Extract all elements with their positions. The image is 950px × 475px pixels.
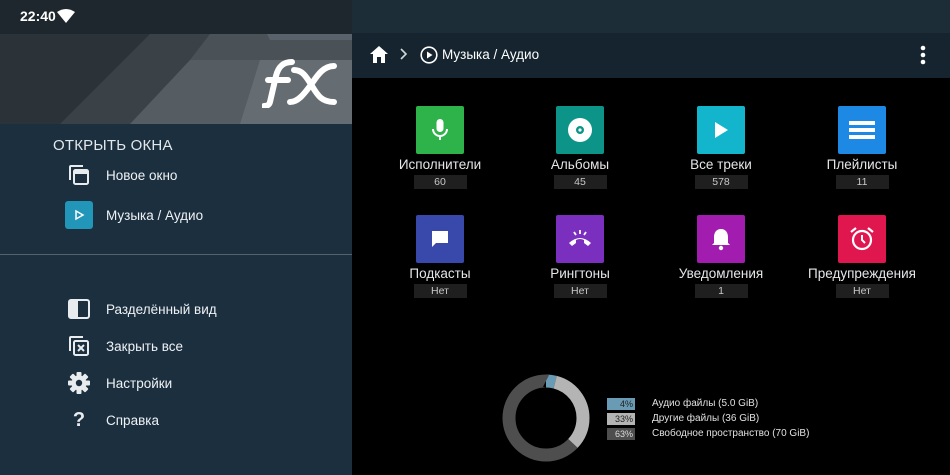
- drawer-item-split-view[interactable]: Разделённый вид: [65, 294, 345, 324]
- tile-label: Все треки: [690, 157, 752, 172]
- close-all-icon: [65, 332, 93, 360]
- drawer-item-help[interactable]: ? Справка: [65, 405, 345, 435]
- gear-icon: [65, 369, 93, 397]
- fx-logo: [262, 59, 337, 108]
- drawer-item-close-all[interactable]: Закрыть все: [65, 331, 345, 361]
- tile-count: 578: [694, 175, 748, 189]
- tile-count: 1: [694, 284, 748, 298]
- top-app-bar: Музыка / Аудио: [352, 0, 950, 78]
- play-icon: [715, 122, 728, 138]
- open-windows-title: ОТКРЫТЬ ОКНА: [53, 137, 173, 154]
- tile-count: Нет: [413, 284, 467, 298]
- legend-row-other: 33% Другие файлы (36 GiB): [607, 411, 809, 426]
- tile-all-tracks[interactable]: Все треки 578: [650, 106, 792, 190]
- breadcrumb[interactable]: Музыка / Аудио: [442, 47, 539, 62]
- tile-icon-bg: [416, 106, 464, 154]
- tile-icon-bg: [556, 215, 604, 263]
- more-vert-icon[interactable]: [920, 45, 926, 65]
- tile-alarms[interactable]: Предупреждения Нет: [791, 215, 933, 299]
- tile-albums[interactable]: Альбомы 45: [509, 106, 651, 190]
- legend-label: Свободное пространство (70 GiB): [652, 428, 810, 439]
- tile-label: Рингтоны: [550, 266, 610, 281]
- bell-icon: [712, 229, 730, 251]
- ringtone-icon: [569, 230, 591, 246]
- drawer-item-label: Закрыть все: [106, 338, 184, 354]
- microphone-icon: [432, 119, 448, 140]
- drawer-divider: [0, 254, 352, 255]
- new-window-icon: [65, 161, 93, 189]
- play-icon: [65, 201, 93, 229]
- legend-label: Аудио файлы (5.0 GiB): [652, 398, 759, 409]
- status-bar-area: [352, 0, 950, 33]
- legend-swatch: 63%: [607, 427, 635, 440]
- chevron-right-icon: [400, 48, 408, 60]
- home-icon[interactable]: [370, 46, 388, 63]
- storage-legend: 4% Аудио файлы (5.0 GiB) 33% Другие файл…: [607, 396, 809, 441]
- alarm-icon: [850, 227, 874, 251]
- tile-label: Предупреждения: [808, 266, 916, 281]
- tile-artists[interactable]: Исполнители 60: [369, 106, 511, 190]
- drawer-item-settings[interactable]: Настройки: [65, 368, 345, 398]
- tile-icon-bg: [838, 106, 886, 154]
- disc-icon: [568, 118, 592, 142]
- status-bar: 22:40: [0, 0, 352, 34]
- drawer-item-label: Разделённый вид: [106, 301, 217, 317]
- tile-podcasts[interactable]: Подкасты Нет: [369, 215, 511, 299]
- status-time: 22:40: [20, 8, 56, 24]
- drawer-item-label: Настройки: [106, 375, 173, 391]
- drawer-item-label: Музыка / Аудио: [106, 207, 204, 223]
- storage-donut-chart: [502, 374, 590, 462]
- tile-icon-bg: [556, 106, 604, 154]
- legend-row-free: 63% Свободное пространство (70 GiB): [607, 426, 809, 441]
- playlist-icon: [849, 121, 875, 139]
- play-circle-icon: [420, 46, 438, 64]
- wifi-icon: [57, 9, 75, 23]
- legend-swatch: 33%: [607, 412, 635, 425]
- drawer-item-music-audio[interactable]: Музыка / Аудио: [65, 200, 345, 230]
- drawer-item-label: Новое окно: [106, 167, 178, 183]
- chat-icon: [432, 231, 448, 247]
- tile-icon-bg: [697, 215, 745, 263]
- tile-count: 60: [413, 175, 467, 189]
- tile-label: Подкасты: [409, 266, 471, 281]
- tile-ringtones[interactable]: Рингтоны Нет: [509, 215, 651, 299]
- tile-playlists[interactable]: Плейлисты 11: [791, 106, 933, 190]
- toolbar: Музыка / Аудио: [352, 33, 950, 78]
- legend-label: Другие файлы (36 GiB): [652, 413, 760, 424]
- drawer-item-label: Справка: [106, 412, 159, 428]
- help-icon: ?: [72, 408, 86, 431]
- tile-label: Альбомы: [550, 157, 610, 172]
- tile-count: Нет: [553, 284, 607, 298]
- tile-count: 45: [553, 175, 607, 189]
- tile-count: Нет: [835, 284, 889, 298]
- tile-notifications[interactable]: Уведомления 1: [650, 215, 792, 299]
- tile-icon-bg: [838, 215, 886, 263]
- drawer-item-new-window[interactable]: Новое окно: [65, 160, 345, 190]
- tile-icon-bg: [416, 215, 464, 263]
- tile-count: 11: [835, 175, 889, 189]
- split-view-icon: [65, 295, 93, 323]
- tile-label: Плейлисты: [826, 157, 898, 172]
- legend-row-audio: 4% Аудио файлы (5.0 GiB): [607, 396, 809, 411]
- tile-label: Уведомления: [678, 266, 764, 281]
- tile-icon-bg: [697, 106, 745, 154]
- tile-label: Исполнители: [398, 157, 482, 172]
- navigation-drawer: 22:40 ОТКРЫТЬ ОКНА Новое окно Музыка / А…: [0, 0, 352, 475]
- legend-swatch: 4%: [607, 397, 635, 410]
